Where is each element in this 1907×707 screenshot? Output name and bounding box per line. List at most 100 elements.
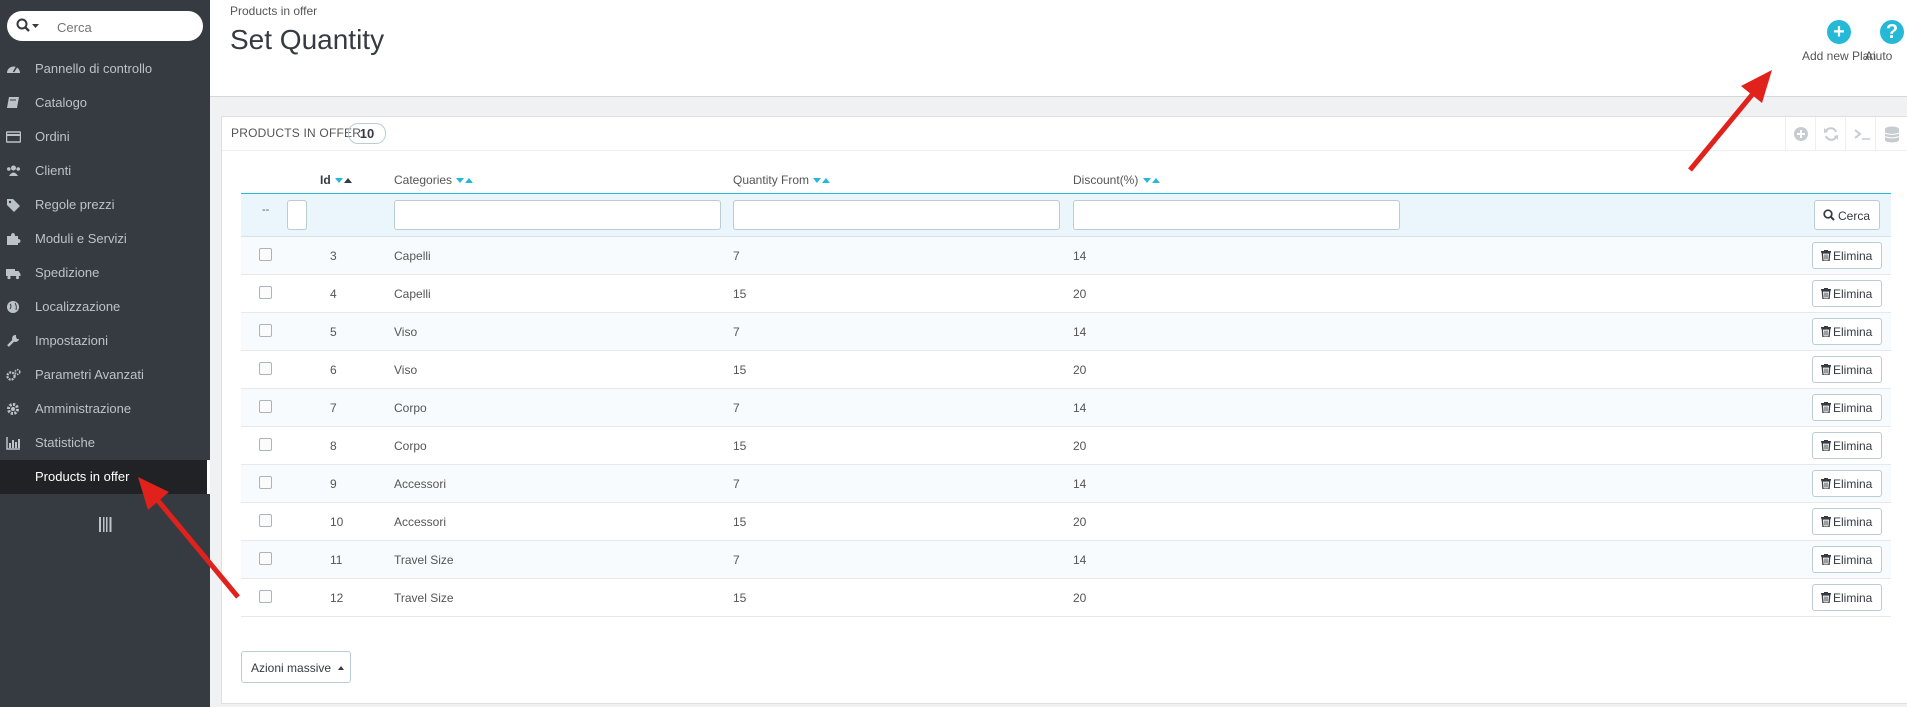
table-row[interactable]: 10 Accessori 15 20 Elimina	[241, 503, 1891, 541]
delete-button[interactable]: Elimina	[1812, 470, 1882, 497]
breadcrumb[interactable]: Products in offer	[230, 4, 317, 18]
export-tool-button[interactable]	[1875, 117, 1906, 150]
table-row[interactable]: 3 Capelli 7 14 Elimina	[241, 237, 1891, 275]
row-select-checkbox[interactable]	[259, 248, 272, 261]
cell-category: Corpo	[394, 401, 427, 415]
credit-card-icon	[6, 131, 21, 143]
delete-button[interactable]: Elimina	[1812, 242, 1882, 269]
cell-quantity-from: 7	[733, 249, 740, 263]
sidebar-search-input[interactable]	[55, 16, 199, 38]
sidebar-item-label: Spedizione	[35, 265, 100, 280]
search-button-label: Cerca	[1838, 209, 1871, 223]
sidebar-item-administration[interactable]: Amministrazione	[0, 392, 210, 426]
sort-desc-icon[interactable]	[813, 178, 822, 184]
caret-up-icon	[338, 666, 344, 670]
refresh-tool-button[interactable]	[1815, 117, 1846, 150]
cell-discount: 20	[1073, 363, 1087, 377]
delete-button[interactable]: Elimina	[1812, 508, 1882, 535]
sidebar-item-statistics[interactable]: Statistiche	[0, 426, 210, 460]
row-select-checkbox[interactable]	[259, 362, 272, 375]
sidebar-item-localization[interactable]: Localizzazione	[0, 290, 210, 324]
sidebar-item-catalog[interactable]: Catalogo	[0, 86, 210, 120]
delete-button[interactable]: Elimina	[1812, 280, 1882, 307]
sidebar-item-price-rules[interactable]: Regole prezzi	[0, 188, 210, 222]
column-header-label: Discount(%)	[1073, 173, 1139, 187]
add-tool-button[interactable]	[1785, 117, 1816, 150]
delete-button[interactable]: Elimina	[1812, 546, 1882, 573]
table-row[interactable]: 4 Capelli 15 20 Elimina	[241, 275, 1891, 313]
row-select-checkbox[interactable]	[259, 552, 272, 565]
categories-filter-input[interactable]	[394, 200, 721, 230]
table-body: 3 Capelli 7 14 Elimina 4 Capelli 15 20 Elimina 5 Vi…	[241, 237, 1891, 617]
column-header-quantity-from[interactable]: Quantity From	[733, 173, 831, 187]
sort-asc-icon[interactable]	[822, 178, 831, 184]
discount-filter-input[interactable]	[1073, 200, 1400, 230]
cell-category: Capelli	[394, 287, 431, 301]
page-header: Products in offer Set Quantity + Add new…	[210, 0, 1907, 97]
delete-button-label: Elimina	[1833, 553, 1873, 567]
sidebar-item-label: Regole prezzi	[35, 197, 115, 212]
cell-discount: 14	[1073, 249, 1087, 263]
column-header-label: Id	[320, 173, 331, 187]
sidebar-item-label: Impostazioni	[35, 333, 108, 348]
delete-button-label: Elimina	[1833, 287, 1873, 301]
sidebar-item-settings[interactable]: Impostazioni	[0, 324, 210, 358]
sql-query-tool-button[interactable]	[1845, 117, 1876, 150]
delete-button[interactable]: Elimina	[1812, 356, 1882, 383]
row-select-checkbox[interactable]	[259, 438, 272, 451]
table-row[interactable]: 8 Corpo 15 20 Elimina	[241, 427, 1891, 465]
cell-category: Accessori	[394, 515, 447, 529]
sort-desc-icon[interactable]	[335, 178, 344, 184]
column-header-id[interactable]: Id	[320, 173, 353, 187]
table-row[interactable]: 7 Corpo 7 14 Elimina	[241, 389, 1891, 427]
cell-quantity-from: 15	[733, 515, 747, 529]
sidebar-item-advanced-parameters[interactable]: Parametri Avanzati	[0, 358, 210, 392]
cell-discount: 20	[1073, 287, 1087, 301]
table-row[interactable]: 12 Travel Size 15 20 Elimina	[241, 579, 1891, 617]
column-header-discount[interactable]: Discount(%)	[1073, 173, 1160, 187]
cell-id: 7	[330, 401, 337, 415]
row-select-checkbox[interactable]	[259, 286, 272, 299]
search-button[interactable]: Cerca	[1814, 200, 1880, 230]
sort-asc-icon[interactable]	[344, 178, 353, 184]
row-select-checkbox[interactable]	[259, 476, 272, 489]
table-row[interactable]: 5 Viso 7 14 Elimina	[241, 313, 1891, 351]
cell-quantity-from: 15	[733, 287, 747, 301]
sidebar-item-modules[interactable]: Moduli e Servizi	[0, 222, 210, 256]
collapse-menu-icon[interactable]	[99, 517, 112, 532]
sort-asc-icon[interactable]	[1151, 178, 1160, 184]
row-select-checkbox[interactable]	[259, 514, 272, 527]
table-row[interactable]: 11 Travel Size 7 14 Elimina	[241, 541, 1891, 579]
bulk-actions-button[interactable]: Azioni massive	[241, 651, 351, 683]
delete-button[interactable]: Elimina	[1812, 394, 1882, 421]
row-select-checkbox[interactable]	[259, 400, 272, 413]
dashboard-icon	[7, 66, 20, 73]
help-button[interactable]: ? Aiuto	[1865, 20, 1907, 63]
id-filter-input[interactable]	[287, 200, 307, 230]
sort-desc-icon[interactable]	[1142, 178, 1151, 184]
row-select-checkbox[interactable]	[259, 324, 272, 337]
table-row[interactable]: 6 Viso 15 20 Elimina	[241, 351, 1891, 389]
column-header-label: Categories	[394, 173, 453, 187]
sidebar-item-shipping[interactable]: Spedizione	[0, 256, 210, 290]
database-icon	[1884, 126, 1900, 143]
sidebar-item-dashboard[interactable]: Pannello di controllo	[0, 52, 210, 86]
delete-button[interactable]: Elimina	[1812, 432, 1882, 459]
cell-discount: 14	[1073, 553, 1087, 567]
quantity-from-filter-input[interactable]	[733, 200, 1060, 230]
sort-desc-icon[interactable]	[456, 178, 465, 184]
cell-category: Capelli	[394, 249, 431, 263]
terminal-icon	[1854, 129, 1870, 140]
sidebar-item-customers[interactable]: Clienti	[0, 154, 210, 188]
table-row[interactable]: 9 Accessori 7 14 Elimina	[241, 465, 1891, 503]
delete-button[interactable]: Elimina	[1812, 584, 1882, 611]
sidebar-item-products-in-offer[interactable]: Products in offer	[0, 460, 210, 494]
sort-asc-icon[interactable]	[465, 178, 474, 184]
page-title: Set Quantity	[230, 24, 385, 55]
delete-button[interactable]: Elimina	[1812, 318, 1882, 345]
search-icon[interactable]	[16, 18, 40, 34]
sidebar-item-orders[interactable]: Ordini	[0, 120, 210, 154]
column-header-categories[interactable]: Categories	[394, 173, 474, 187]
row-select-checkbox[interactable]	[259, 590, 272, 603]
delete-button-label: Elimina	[1833, 325, 1873, 339]
